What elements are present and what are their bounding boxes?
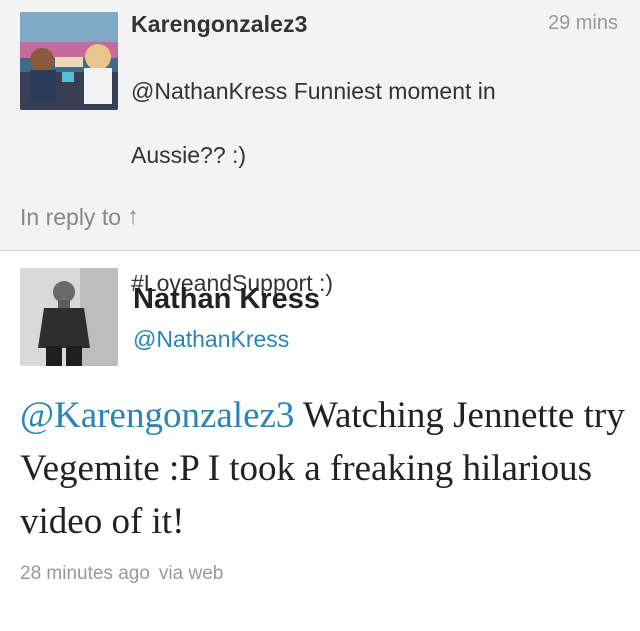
tweet-author-name[interactable]: Nathan Kress	[133, 283, 320, 316]
reply-text-line: Aussie?? :)	[131, 142, 247, 168]
tweet-text: @Karengonzalez3 Watching Jennette try Ve…	[20, 389, 625, 548]
tweet-avatar[interactable]	[20, 268, 118, 366]
tweet-source[interactable]: via web	[159, 563, 223, 585]
reply-text-line	[131, 203, 601, 235]
avatar-photo-icon	[20, 12, 118, 110]
tweet-timestamp: 28 minutes ago	[20, 563, 150, 584]
avatar-photo-icon	[20, 268, 118, 366]
reply-tweet-card[interactable]: Karengonzalez3 29 mins @NathanKress Funn…	[0, 0, 640, 296]
arrow-up-icon: ↑	[127, 203, 139, 230]
tweet-author-handle[interactable]: @NathanKress	[133, 326, 289, 353]
reply-timestamp: 29 mins	[547, 12, 618, 34]
reply-text-line: @NathanKress Funniest moment in	[131, 78, 496, 104]
reply-avatar[interactable]	[20, 12, 118, 110]
in-reply-to-link[interactable]: In reply to ↑	[20, 203, 139, 231]
tweet-meta: 28 minutes ago via web	[20, 563, 223, 585]
reply-username[interactable]: Karengonzalez3	[131, 11, 308, 38]
tweet-detail-view: Karengonzalez3 29 mins @NathanKress Funn…	[0, 0, 640, 631]
mention-link[interactable]: @Karengonzalez3	[20, 395, 294, 436]
in-reply-to-label: In reply to	[20, 203, 121, 230]
